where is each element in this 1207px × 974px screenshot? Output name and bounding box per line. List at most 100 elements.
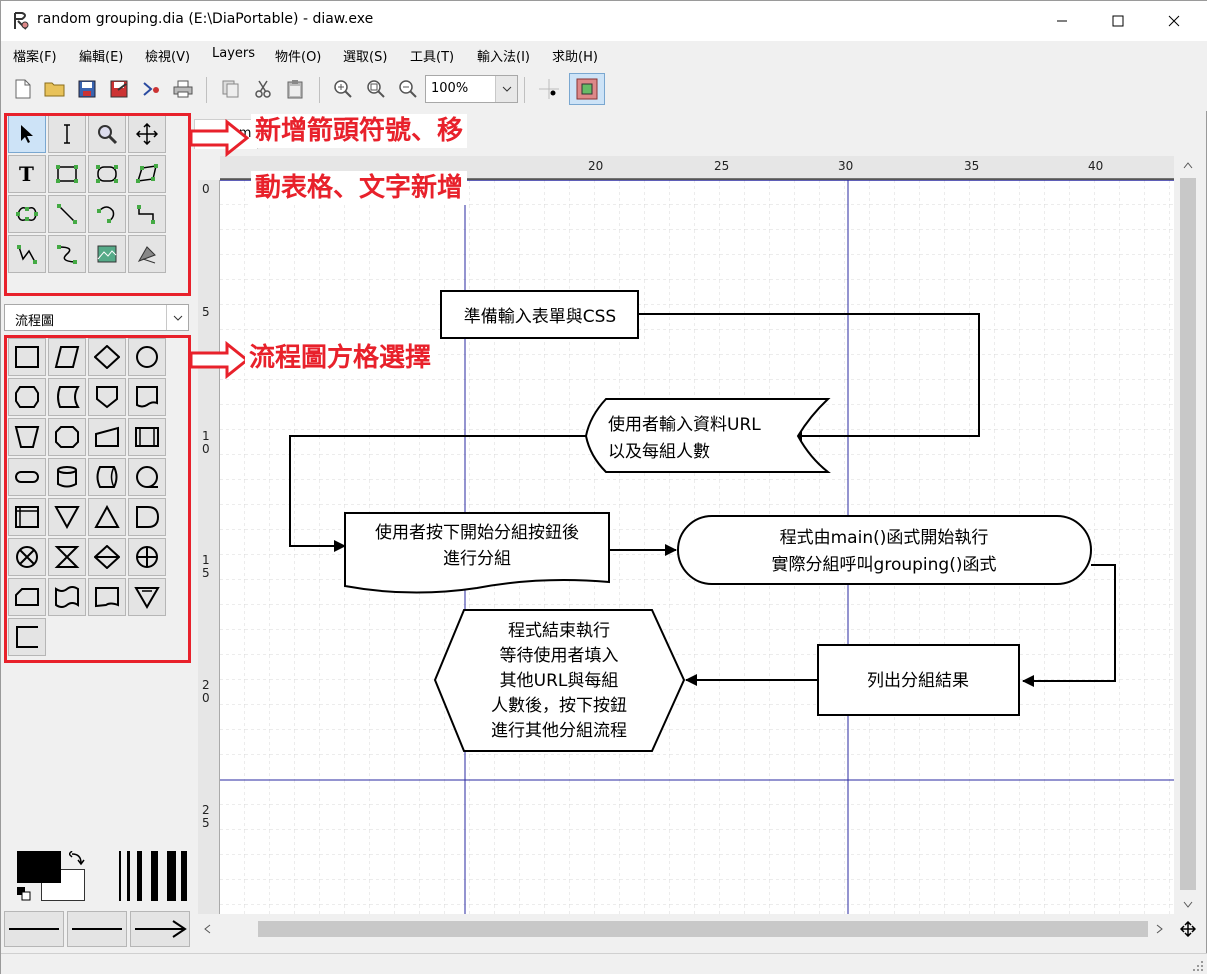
cut-button[interactable] — [251, 77, 275, 101]
node-end-text-4: 人數後，按下按鈕 — [491, 696, 627, 716]
resize-grip-icon[interactable] — [1192, 960, 1204, 972]
ruler-label: 2 0 — [202, 678, 210, 705]
ruler-label: 2 5 — [202, 803, 210, 830]
new-file-button[interactable] — [11, 77, 35, 101]
node-input-text-1: 使用者輸入資料URL — [608, 414, 761, 435]
line-solid-icon — [72, 928, 122, 930]
open-file-button[interactable] — [43, 77, 67, 101]
print-button[interactable] — [171, 77, 195, 101]
export-icon — [143, 82, 159, 96]
reset-colors-icon[interactable] — [17, 887, 31, 901]
snap-grid-icon — [539, 79, 559, 99]
chevron-down-icon — [173, 315, 182, 321]
ruler-label: 35 — [964, 159, 980, 173]
export-button[interactable] — [139, 77, 163, 101]
zoom-value: 100% — [431, 81, 469, 96]
vertical-scroll-thumb[interactable] — [1180, 178, 1196, 890]
ruler-label: 5 — [202, 305, 210, 319]
zoom-out-button[interactable] — [396, 77, 420, 101]
node-press-text-2: 進行分組 — [443, 549, 511, 569]
save-icon — [78, 80, 96, 98]
toolbox: T 流程圖 — [1, 111, 194, 953]
horizontal-scrollbar[interactable] — [198, 918, 1168, 940]
diagram-canvas-area: random 20 25 30 35 40 0 5 1 0 1 5 2 0 2 … — [194, 111, 1207, 953]
menu-file[interactable]: 檔案(F) — [13, 46, 57, 65]
node-end-text-1: 程式結束執行 — [508, 621, 610, 641]
horizontal-scroll-thumb[interactable] — [258, 921, 1148, 937]
save-as-button[interactable] — [107, 77, 131, 101]
callout-tools-line2: 動表格、文字新增 — [251, 171, 468, 205]
ruler-label: 1 5 — [202, 553, 210, 580]
line-end-none-icon — [9, 928, 59, 930]
toolbar-separator — [319, 77, 320, 103]
menu-select[interactable]: 選取(S) — [343, 46, 387, 65]
tools-highlight-box — [4, 113, 191, 296]
printer-icon — [173, 80, 193, 98]
zoom-fit-button[interactable] — [364, 77, 388, 101]
menu-edit[interactable]: 編輯(E) — [79, 46, 123, 65]
toolbar-separator — [206, 77, 207, 103]
vertical-scrollbar[interactable] — [1178, 156, 1198, 914]
copy-button[interactable] — [219, 77, 243, 101]
object-snap-icon — [576, 78, 598, 100]
node-end-text-3: 其他URL與每組 — [500, 671, 619, 691]
zoom-out-icon — [399, 80, 417, 98]
zoom-dropdown-button[interactable] — [495, 76, 517, 102]
toolbar-separator — [524, 77, 525, 103]
scroll-down-icon[interactable] — [1183, 901, 1193, 909]
snap-to-grid-button[interactable] — [537, 77, 561, 101]
ruler-label: 0 — [202, 182, 210, 196]
menu-help[interactable]: 求助(H) — [552, 46, 598, 65]
node-press-text-1: 使用者按下開始分組按鈕後 — [375, 522, 579, 543]
node-prepare-text: 準備輸入表單與CSS — [464, 307, 616, 327]
menu-objects[interactable]: 物件(O) — [275, 46, 321, 65]
menu-bar: 檔案(F) 編輯(E) 檢視(V) Layers 物件(O) 選取(S) 工具(… — [1, 41, 1207, 69]
paste-button[interactable] — [283, 77, 307, 101]
object-snap-button[interactable] — [569, 73, 605, 105]
minimize-button[interactable] — [1039, 1, 1085, 41]
ruler-label: 40 — [1088, 159, 1104, 173]
drawing-canvas[interactable]: 準備輸入表單與CSS 使用者輸入資料URL 以及每組人數 使用者按下開始分組按鈕… — [220, 180, 1174, 914]
minimize-icon — [1057, 20, 1067, 22]
foreground-color-swatch-top — [17, 851, 61, 883]
zoom-combobox[interactable]: 100% — [425, 75, 518, 103]
close-icon — [1168, 15, 1180, 27]
flowchart-diagram: 準備輸入表單與CSS 使用者輸入資料URL 以及每組人數 使用者按下開始分組按鈕… — [220, 180, 1174, 914]
maximize-button[interactable] — [1095, 1, 1141, 41]
zoom-in-icon — [334, 80, 352, 98]
scroll-right-icon[interactable] — [1156, 924, 1164, 934]
scroll-up-icon[interactable] — [1183, 162, 1193, 170]
swap-colors-icon[interactable] — [69, 851, 85, 867]
end-arrow-selector[interactable] — [130, 911, 190, 947]
scroll-left-icon[interactable] — [204, 924, 212, 934]
menu-input-method[interactable]: 輸入法(I) — [477, 46, 530, 65]
node-main-text-2: 實際分組呼叫grouping()函式 — [772, 555, 997, 575]
zoom-in-button[interactable] — [331, 77, 355, 101]
menu-layers[interactable]: Layers — [212, 46, 255, 61]
menu-tools[interactable]: 工具(T) — [410, 46, 454, 65]
line-style-selector[interactable] — [67, 911, 127, 947]
menu-view[interactable]: 檢視(V) — [145, 46, 190, 65]
dia-window: random grouping.dia (E:\DiaPortable) - d… — [0, 0, 1207, 974]
callout-tools-line1: 新增箭頭符號、移 — [251, 114, 468, 148]
sheet-selector-value: 流程圖 — [15, 314, 55, 329]
title-bar: random grouping.dia (E:\DiaPortable) - d… — [1, 1, 1207, 41]
status-bar — [1, 953, 1207, 974]
save-button[interactable] — [75, 77, 99, 101]
close-button[interactable] — [1151, 1, 1197, 41]
start-arrow-selector[interactable] — [4, 911, 64, 947]
sheet-dropdown-button[interactable] — [166, 305, 188, 330]
ruler-label: 1 0 — [202, 429, 210, 456]
zoom-fit-icon — [367, 80, 385, 98]
clipboard-icon — [287, 80, 303, 99]
dia-app-icon — [14, 12, 29, 30]
line-width-selector-icon[interactable] — [117, 851, 189, 901]
node-list-text: 列出分組結果 — [867, 671, 969, 691]
node-end-text-5: 進行其他分組流程 — [491, 721, 627, 741]
maximize-icon — [1112, 15, 1124, 27]
sheet-selector[interactable]: 流程圖 — [4, 304, 189, 331]
new-file-icon — [15, 79, 31, 99]
shapes-highlight-box — [4, 335, 191, 663]
navigation-move-icon[interactable] — [1180, 921, 1196, 937]
callout-shapes: 流程圖方格選擇 — [245, 341, 436, 375]
